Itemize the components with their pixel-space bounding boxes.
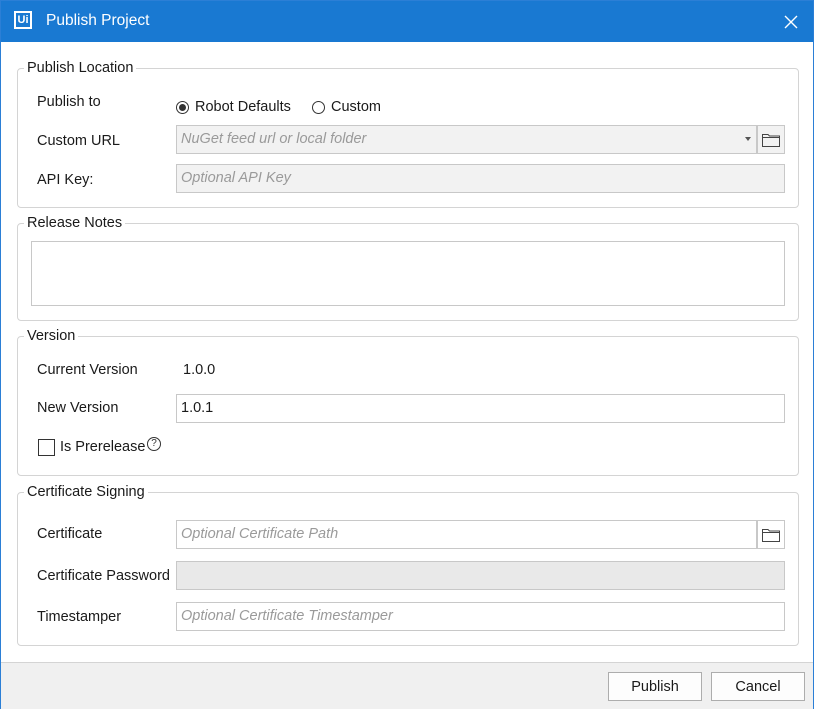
prerelease-label[interactable]: Is Prerelease	[60, 439, 145, 455]
release-notes-legend: Release Notes	[27, 215, 123, 231]
radio-robot-defaults-label: Robot Defaults	[195, 99, 291, 115]
new-version-input[interactable]: 1.0.1	[176, 394, 785, 423]
publish-location-legend: Publish Location	[27, 60, 134, 76]
uipath-logo-icon: Ui	[14, 11, 32, 29]
current-version-label: Current Version	[37, 362, 138, 378]
certificate-signing-legend: Certificate Signing	[27, 484, 145, 500]
close-icon	[784, 15, 798, 28]
certificate-label: Certificate	[37, 526, 103, 542]
window-title: Publish Project	[46, 12, 150, 29]
radio-robot-defaults[interactable]: Robot Defaults	[176, 99, 291, 115]
folder-icon	[762, 528, 780, 542]
api-key-label: API Key:	[37, 172, 94, 188]
publish-button[interactable]: Publish	[608, 672, 702, 701]
title-bar: Ui Publish Project	[1, 1, 813, 42]
certificate-password-input[interactable]	[176, 561, 785, 590]
current-version-value: 1.0.0	[183, 362, 216, 378]
timestamper-label: Timestamper	[37, 609, 122, 625]
api-key-input[interactable]: Optional API Key	[176, 164, 785, 193]
api-key-placeholder: Optional API Key	[181, 170, 291, 186]
version-legend: Version	[27, 328, 76, 344]
new-version-value: 1.0.1	[181, 400, 214, 416]
custom-url-combobox[interactable]: NuGet feed url or local folder	[176, 125, 757, 154]
new-version-label: New Version	[37, 400, 119, 416]
cancel-button[interactable]: Cancel	[711, 672, 805, 701]
close-button[interactable]	[769, 1, 813, 42]
chevron-down-icon[interactable]	[745, 137, 751, 141]
publish-project-dialog: Ui Publish Project Publish Location Publ…	[0, 0, 814, 709]
radio-custom-indicator	[312, 100, 325, 114]
radio-custom[interactable]: Custom	[312, 99, 381, 115]
radio-robot-defaults-indicator	[176, 100, 189, 114]
custom-url-label: Custom URL	[37, 133, 120, 149]
browse-url-folder-button[interactable]	[757, 125, 785, 154]
publish-to-label: Publish to	[37, 94, 101, 110]
radio-selected-dot	[179, 103, 186, 111]
dialog-content: Publish Location Publish to Robot Defaul…	[1, 42, 813, 662]
help-icon[interactable]: ?	[147, 437, 161, 451]
folder-icon	[762, 133, 780, 147]
dialog-footer: Publish Cancel	[1, 662, 813, 709]
certificate-path-input[interactable]: Optional Certificate Path	[176, 520, 757, 549]
custom-url-placeholder: NuGet feed url or local folder	[181, 131, 367, 147]
timestamper-input[interactable]: Optional Certificate Timestamper	[176, 602, 785, 631]
browse-certificate-button[interactable]	[757, 520, 785, 549]
release-notes-textarea[interactable]	[31, 241, 785, 306]
certificate-path-placeholder: Optional Certificate Path	[181, 526, 339, 542]
timestamper-placeholder: Optional Certificate Timestamper	[181, 608, 393, 624]
certificate-password-label: Certificate Password	[37, 568, 170, 584]
prerelease-checkbox[interactable]	[38, 439, 55, 456]
radio-custom-label: Custom	[331, 99, 381, 115]
